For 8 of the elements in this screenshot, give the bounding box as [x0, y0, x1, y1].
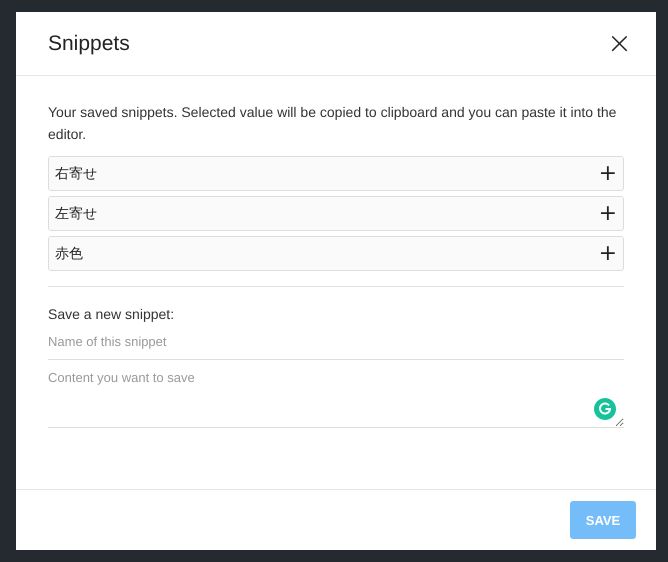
dialog-title: Snippets: [48, 32, 130, 56]
grammar-check-icon[interactable]: [594, 398, 616, 420]
snippet-item[interactable]: 赤色 +: [48, 236, 624, 271]
snippet-item[interactable]: 左寄せ +: [48, 196, 624, 231]
section-heading: Save a new snippet:: [48, 306, 176, 322]
snippet-item[interactable]: 右寄せ +: [48, 156, 624, 191]
description-text: Your saved snippets. Selected value will be copied to clipboard and you can paste it into the editor.: [48, 103, 618, 144]
close-button[interactable]: ×: [604, 28, 634, 58]
